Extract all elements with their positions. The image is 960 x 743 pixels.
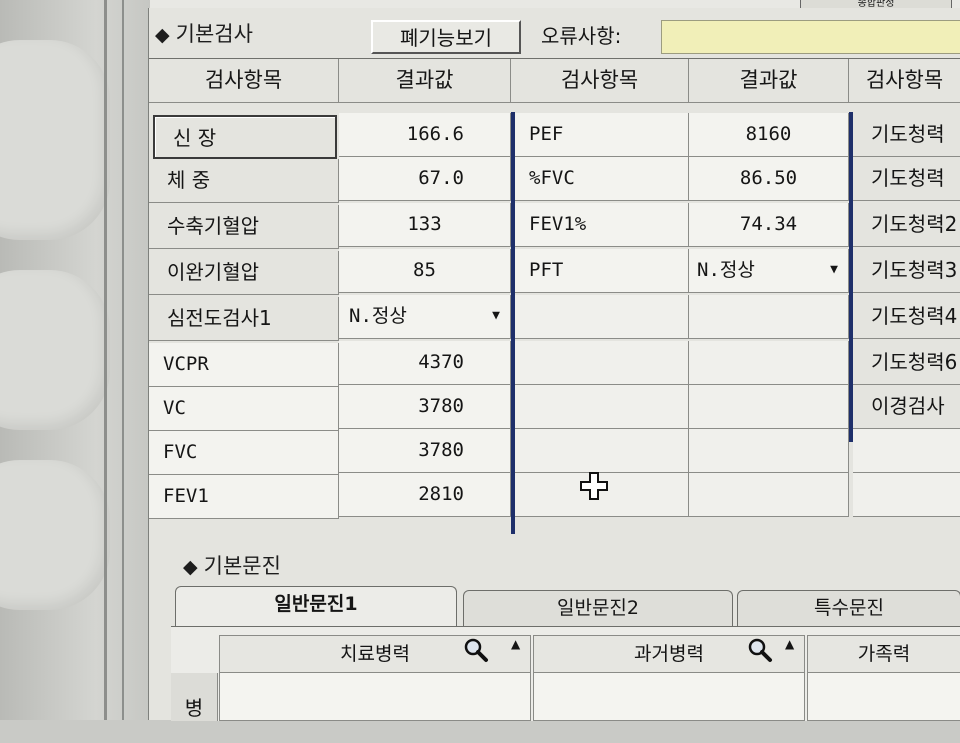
dropdown-arrow-icon[interactable]: ▼: [830, 249, 838, 291]
item-systolic-bp[interactable]: 수축기혈압: [149, 205, 339, 249]
item-air-hearing-4[interactable]: 기도청력4: [853, 295, 960, 339]
empty-cell[interactable]: [515, 295, 689, 339]
item-air-hearing-6[interactable]: 기도청력6: [853, 341, 960, 385]
item-pft[interactable]: PFT: [515, 249, 689, 293]
treatment-history-label: 치료병력: [340, 643, 410, 665]
background-shape: [0, 40, 110, 240]
value-pef[interactable]: 8160: [689, 113, 849, 157]
basic-exam-title: 기본검사: [175, 22, 253, 46]
empty-cell[interactable]: [853, 473, 960, 517]
item-fev1-pct[interactable]: FEV1%: [515, 203, 689, 247]
value-vc[interactable]: 3780: [339, 385, 511, 429]
dropdown-arrow-icon[interactable]: ▼: [492, 295, 500, 337]
item-otoscopy[interactable]: 이경검사: [853, 385, 960, 429]
header-item-2: 검사항목: [511, 59, 689, 103]
background-shape: [0, 270, 110, 430]
search-icon[interactable]: [463, 637, 489, 663]
diamond-icon: ◆: [183, 556, 198, 578]
value-height[interactable]: 166.6: [339, 113, 511, 157]
ecg-combo[interactable]: N.정상 ▼: [339, 295, 511, 339]
exam-grid: 검사항목 결과값 검사항목 결과값 검사항목 신 장 166.6 체 중 67.…: [149, 58, 960, 539]
column-separator: [849, 112, 853, 442]
value-fev1[interactable]: 2810: [339, 473, 511, 517]
window-edge: [104, 0, 107, 720]
empty-cell[interactable]: [515, 429, 689, 473]
item-air-hearing-a[interactable]: 기도청력: [853, 113, 960, 157]
header-value-1: 결과값: [339, 59, 511, 103]
tab-content: 병 치료병력 ▲ 과거병력 ▲ 가족력: [171, 626, 960, 721]
move-cursor-icon: [580, 472, 608, 500]
scroll-up-icon[interactable]: ▲: [511, 637, 520, 651]
window-edge: [122, 0, 124, 720]
value-systolic-bp[interactable]: 133: [339, 203, 511, 247]
empty-cell[interactable]: [689, 429, 849, 473]
search-icon[interactable]: [747, 637, 773, 663]
item-fev1[interactable]: FEV1: [149, 475, 339, 519]
questionnaire-header: ◆ 기본문진: [183, 546, 281, 586]
value-weight[interactable]: 67.0: [339, 157, 511, 201]
item-ecg[interactable]: 심전도검사1: [149, 297, 339, 341]
ecg-combo-value: N.정상: [349, 305, 407, 327]
item-height[interactable]: 신 장: [153, 115, 337, 159]
family-history-label: 가족력: [857, 643, 911, 665]
header-value-2: 결과값: [689, 59, 849, 103]
questionnaire-section: ◆기본문진 일반문진1 일반문진2 특수문진 병 치료병력 ▲ 과거병력 ▲: [171, 546, 960, 721]
tab-general-2[interactable]: 일반문진2: [463, 590, 733, 626]
item-pef[interactable]: PEF: [515, 113, 689, 157]
item-vcpr[interactable]: VCPR: [149, 343, 339, 387]
main-panel: ◆ 기본검사 폐기능보기 오류사항: 검사항목 결과값 검사항목 결과값 검사항목…: [148, 8, 960, 721]
empty-cell[interactable]: [689, 385, 849, 429]
past-history-field[interactable]: [533, 673, 805, 721]
value-fvc[interactable]: 3780: [339, 429, 511, 473]
pft-combo-value: N.정상: [697, 259, 755, 281]
error-label: 오류사항:: [541, 24, 622, 48]
error-field[interactable]: [661, 20, 960, 54]
header-item-3: 검사항목: [849, 59, 960, 103]
item-weight[interactable]: 체 중: [149, 159, 339, 203]
item-vc[interactable]: VC: [149, 387, 339, 431]
item-diastolic-bp[interactable]: 이완기혈압: [149, 251, 339, 295]
empty-cell[interactable]: [689, 341, 849, 385]
empty-cell[interactable]: [853, 429, 960, 473]
item-air-hearing-b[interactable]: 기도청력: [853, 157, 960, 201]
treatment-history-field[interactable]: [219, 673, 531, 721]
item-fvc[interactable]: FVC: [149, 431, 339, 475]
item-pct-fvc[interactable]: %FVC: [515, 157, 689, 201]
empty-cell[interactable]: [515, 341, 689, 385]
value-pct-fvc[interactable]: 86.50: [689, 157, 849, 201]
value-vcpr[interactable]: 4370: [339, 341, 511, 385]
item-air-hearing-2[interactable]: 기도청력2: [853, 203, 960, 247]
column-separator: [511, 112, 515, 534]
empty-cell[interactable]: [515, 385, 689, 429]
empty-cell[interactable]: [689, 295, 849, 339]
scroll-up-icon[interactable]: ▲: [785, 637, 794, 651]
family-history-header: 가족력: [807, 635, 960, 673]
value-diastolic-bp[interactable]: 85: [339, 249, 511, 293]
empty-cell[interactable]: [689, 473, 849, 517]
value-fev1-pct[interactable]: 74.34: [689, 203, 849, 247]
tab-special[interactable]: 특수문진: [737, 590, 960, 626]
item-air-hearing-3[interactable]: 기도청력3: [853, 249, 960, 293]
questionnaire-title: 기본문진: [203, 554, 281, 578]
family-history-field[interactable]: [807, 673, 960, 721]
tab-general-1[interactable]: 일반문진1: [175, 586, 457, 626]
past-history-label: 과거병력: [634, 643, 704, 665]
row-label: 병: [171, 673, 218, 721]
basic-exam-header: ◆ 기본검사: [155, 14, 253, 54]
header-item-1: 검사항목: [149, 59, 339, 103]
pft-combo[interactable]: N.정상 ▼: [689, 249, 849, 293]
lung-function-view-button[interactable]: 폐기능보기: [371, 20, 521, 54]
background-shape: [0, 460, 110, 610]
diamond-icon: ◆: [155, 24, 170, 46]
